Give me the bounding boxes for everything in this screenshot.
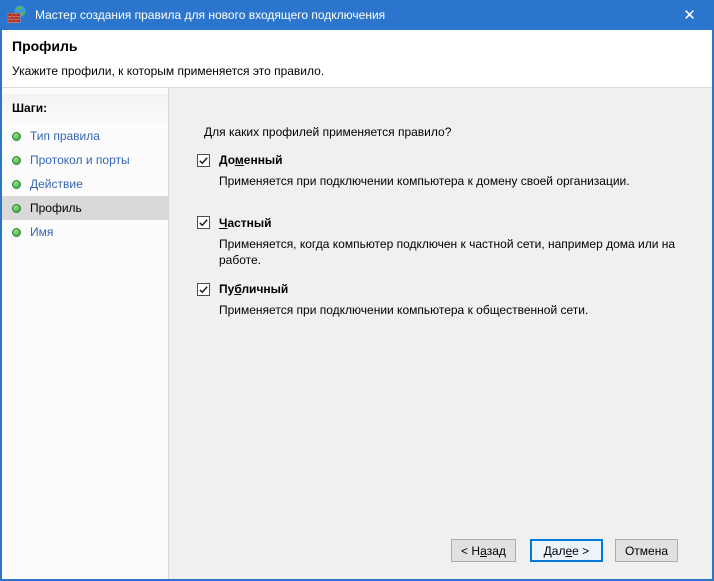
page-title: Профиль [12, 38, 78, 54]
sidebar-item-label: Протокол и порты [30, 153, 130, 167]
sidebar-item-rule-type[interactable]: Тип правила [2, 124, 168, 148]
title-bar: Мастер создания правила для нового входя… [2, 0, 712, 30]
close-icon: ✕ [683, 7, 696, 24]
domain-checkbox-label[interactable]: Доменный [219, 153, 283, 167]
profile-row: Публичный [197, 282, 712, 296]
sidebar-item-label: Тип правила [30, 129, 100, 143]
back-button[interactable]: < На зад [451, 539, 516, 562]
next-button[interactable]: Дал е е > [529, 539, 603, 562]
button-bar: < На зад Дал е е > Отмена [451, 539, 678, 562]
step-bullet-icon [12, 203, 21, 213]
profile-block-public: Публичный Применяется при подключении ко… [197, 282, 712, 319]
steps-sidebar: Шаги: Тип правила Протокол и порты Дейст… [2, 88, 169, 579]
sidebar-item-action[interactable]: Действие [2, 172, 168, 196]
step-bullet-icon [12, 131, 21, 141]
domain-checkbox[interactable] [197, 153, 210, 167]
close-button[interactable]: ✕ [667, 0, 712, 30]
profiles-question: Для каких профилей применяется правило? [204, 125, 452, 139]
cancel-button[interactable]: Отмена [614, 539, 678, 562]
steps-heading: Шаги: [2, 94, 168, 124]
sidebar-item-name[interactable]: Имя [2, 220, 168, 244]
sidebar-item-label: Действие [30, 177, 83, 191]
main-content: Для каких профилей применяется правило? … [169, 88, 712, 579]
sidebar-item-protocol-ports[interactable]: Протокол и порты [2, 148, 168, 172]
profile-row: Частный [197, 216, 712, 230]
firewall-icon [7, 5, 26, 23]
profile-block-domain: Доменный Применяется при подключении ком… [197, 153, 712, 190]
domain-description: Применяется при подключении компьютера к… [219, 174, 630, 188]
step-bullet-icon [12, 227, 21, 237]
profiles-list: Доменный Применяется при подключении ком… [197, 153, 712, 319]
private-description: Применяется, когда компьютер подключен к… [219, 236, 676, 267]
public-checkbox-label[interactable]: Публичный [219, 282, 288, 296]
step-bullet-icon [12, 179, 21, 189]
public-checkbox[interactable] [197, 282, 210, 296]
public-description: Применяется при подключении компьютера к… [219, 303, 589, 318]
wizard-body: Шаги: Тип правила Протокол и порты Дейст… [2, 88, 712, 579]
sidebar-item-profile[interactable]: Профиль [2, 196, 168, 220]
profile-block-private: Частный Применяется, когда компьютер под… [197, 216, 712, 269]
wizard-window: Мастер создания правила для нового входя… [0, 0, 714, 581]
step-bullet-icon [12, 155, 21, 165]
profile-row: Доменный [197, 153, 712, 167]
page-subtitle: Укажите профили, к которым применяется э… [12, 64, 325, 78]
private-checkbox[interactable] [197, 216, 210, 230]
checkmark-icon [199, 219, 208, 227]
sidebar-item-label: Имя [30, 225, 54, 239]
page-header: Профиль Укажите профили, к которым приме… [2, 30, 712, 88]
checkmark-icon [199, 156, 208, 164]
private-checkbox-label[interactable]: Частный [219, 216, 272, 230]
window-title: Мастер создания правила для нового входя… [35, 8, 386, 22]
sidebar-item-label: Профиль [30, 201, 82, 215]
checkmark-icon [199, 286, 208, 294]
